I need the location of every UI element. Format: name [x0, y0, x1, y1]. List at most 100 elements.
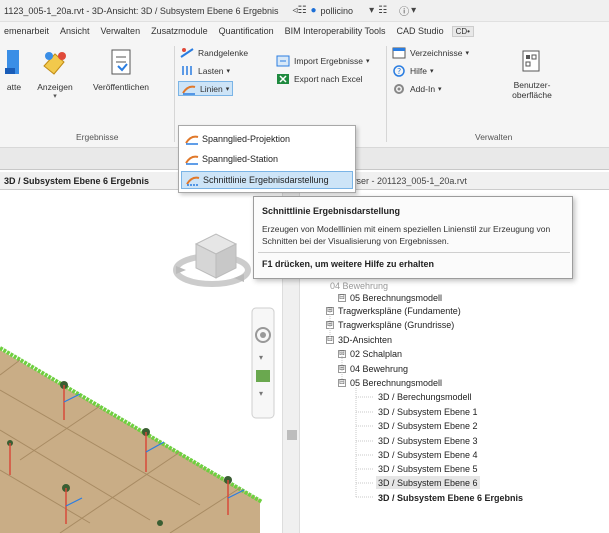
lasten-button[interactable]: Lasten ▾ — [180, 64, 230, 78]
blue-doc-icon — [5, 50, 19, 74]
viewcube-icon[interactable] — [173, 233, 251, 287]
menu-item-label: Spannglied-Projektion — [202, 134, 291, 144]
tree-row[interactable]: 3D / Subsystem Ebene 2 — [378, 419, 478, 432]
tree-row[interactable]: 3D / Subsystem Ebene 4 — [378, 448, 478, 461]
view-tab-title[interactable]: 3D / Subsystem Ebene 6 Ergebnis — [0, 176, 149, 186]
ribbon-separator — [386, 46, 387, 142]
linien-label: Linien — [200, 83, 223, 94]
tendon-icon — [185, 155, 199, 165]
chevron-down-icon[interactable]: ▾ — [369, 5, 374, 16]
navigation-bar[interactable]: ▾ ▾ — [251, 307, 275, 419]
menu-item[interactable]: emenarbeit — [4, 26, 49, 36]
atte-button[interactable]: atte — [2, 48, 26, 92]
export-button[interactable]: Export nach Excel — [276, 72, 363, 86]
help-icon[interactable]: ⓘ — [399, 3, 409, 18]
chevron-down-icon[interactable]: ▾ — [411, 5, 416, 16]
3d-model-view[interactable]: ▾ ▾ — [0, 190, 282, 533]
collapse-icon[interactable]: ⊟ — [338, 293, 346, 302]
tree-row-label: 05 Berechnungsmodell — [350, 292, 443, 303]
tree-row-label: 04 Bewehrung — [330, 280, 389, 291]
tree-row-label: 05 Berechnungsmodell — [350, 377, 443, 388]
tree-row-label: Tragwerkspläne (Grundrisse) — [338, 319, 455, 330]
svg-text:?: ? — [397, 67, 401, 76]
tree-row[interactable]: 3D / Subsystem Ebene 5 — [378, 462, 478, 475]
expand-icon[interactable]: ⊞ — [338, 364, 346, 373]
addin-label: Add-In — [410, 84, 436, 94]
tree-row[interactable]: ⊟ 3D-Ansichten — [326, 333, 392, 346]
cart-icon[interactable]: ☷ — [378, 5, 387, 16]
menu-item-spannglied-station[interactable]: Spannglied-Station — [181, 150, 353, 168]
collapse-icon[interactable]: ⊟ — [338, 378, 346, 387]
more-tabs-button[interactable]: CD• — [451, 25, 474, 37]
menu-item-label: Spannglied-Station — [202, 154, 279, 164]
binoculars-icon[interactable]: ◃☷ — [293, 5, 307, 16]
tree-row-label: 3D / Subsystem Ebene 3 — [378, 435, 478, 446]
tree-row-label: 3D / Subsystem Ebene 4 — [378, 449, 478, 460]
tree-row-label: 3D / Subsystem Ebene 1 — [378, 406, 478, 417]
chevron-down-icon: ▾ — [226, 68, 231, 75]
tooltip: Schnittlinie Ergebnisdarstellung Erzeuge… — [253, 196, 573, 279]
search-controls[interactable]: ◃☷ ● pollicino ▾ ☷ ⓘ ▾ — [293, 3, 417, 18]
user-icon[interactable]: ● — [310, 5, 316, 16]
tree-row[interactable]: ⊞ Tragwerkspläne (Fundamente) — [326, 304, 461, 317]
display-results-icon — [43, 52, 66, 75]
menu-bar: emenarbeit Ansicht Verwalten Zusatzmodul… — [0, 22, 609, 40]
menu-item-spannglied-projektion[interactable]: Spannglied-Projektion — [181, 130, 353, 148]
menu-item[interactable]: Zusatzmodule — [151, 26, 208, 36]
addin-button[interactable]: Add-In ▾ — [392, 82, 442, 96]
tree-row-label: Tragwerkspläne (Fundamente) — [338, 305, 461, 316]
atte-label: atte — [6, 82, 22, 92]
tree-row[interactable]: ⊟ 05 Berechnungsmodell — [338, 376, 442, 389]
verzeichnisse-button[interactable]: Verzeichnisse ▾ — [392, 46, 469, 60]
scrollbar-thumb[interactable] — [287, 430, 297, 440]
expand-icon[interactable]: ⊞ — [326, 320, 334, 329]
tooltip-description: Erzeugen von Modelllinien mit einem spez… — [262, 224, 551, 246]
tree-row-active[interactable]: 3D / Subsystem Ebene 6 Ergebnis — [378, 491, 523, 504]
menu-item-schnittlinie[interactable]: Schnittlinie Ergebnisdarstellung — [181, 171, 353, 189]
excel-icon — [277, 74, 289, 84]
tree-row[interactable]: 3D / Berechungsmodell — [378, 390, 472, 403]
tree-row-label: 3D / Subsystem Ebene 6 — [378, 477, 478, 488]
linien-dropdown-menu: Spannglied-Projektion Spannglied-Station… — [178, 125, 356, 193]
help-icon: ? — [393, 65, 405, 77]
expand-icon[interactable]: ⊞ — [338, 349, 346, 358]
menu-item[interactable]: Verwalten — [101, 26, 141, 36]
tree-row[interactable]: 3D / Subsystem Ebene 1 — [378, 405, 478, 418]
section-line-icon — [186, 176, 200, 186]
tree-row[interactable]: ⊞ Tragwerkspläne (Grundrisse) — [326, 318, 454, 331]
lasten-label: Lasten — [198, 66, 224, 76]
veroeffentlichen-button[interactable]: Veröffentlichen — [86, 48, 156, 92]
tree-row[interactable]: 3D / Subsystem Ebene 3 — [378, 434, 478, 447]
tree-row[interactable]: ⊞ 02 Schalplan — [338, 347, 402, 360]
veroeffentlichen-label: Veröffentlichen — [92, 82, 150, 92]
randgelenke-button[interactable]: Randgelenke — [180, 46, 248, 60]
anzeigen-button[interactable]: Anzeigen ▾ — [32, 48, 78, 100]
expand-icon[interactable]: ⊞ — [326, 306, 334, 315]
tree-row[interactable]: ⊟ 05 Berechnungsmodell — [338, 291, 442, 304]
benutzeroberflaeche-button[interactable]: Benutzer- oberfläche — [502, 48, 562, 100]
group-label-ergebnisse: Ergebnisse — [76, 132, 119, 142]
menu-item[interactable]: Quantification — [219, 26, 274, 36]
hilfe-button[interactable]: ? Hilfe ▾ — [392, 64, 434, 78]
tree-row[interactable]: ⊞ 04 Bewehrung — [338, 362, 408, 375]
import-label: Import Ergebnisse — [294, 56, 363, 66]
menu-item[interactable]: BIM Interoperability Tools — [285, 26, 386, 36]
publish-icon — [111, 49, 131, 75]
tooltip-divider — [258, 252, 570, 253]
slab-surface — [0, 350, 260, 533]
project-browser-title: wser - 201123_005-1_20a.rvt — [350, 175, 467, 186]
chevron-down-icon: ▾ — [438, 86, 442, 93]
menu-item[interactable]: Ansicht — [60, 26, 90, 36]
user-name[interactable]: pollicino — [321, 6, 354, 16]
tree-row[interactable]: 3D / Subsystem Ebene 6 — [376, 476, 480, 489]
loads-icon — [182, 66, 192, 75]
3d-view-canvas[interactable]: ▾ ▾ — [0, 190, 282, 533]
chevron-down-icon: ▾ — [465, 50, 469, 57]
tree-row-label: 3D / Berechungsmodell — [378, 391, 472, 402]
linien-button[interactable]: Linien ▾ — [178, 81, 234, 96]
hinge-icon — [180, 48, 194, 58]
import-button[interactable]: Import Ergebnisse ▾ — [276, 54, 370, 68]
collapse-icon[interactable]: ⊟ — [326, 335, 334, 344]
benutzer-label-line1: Benutzer- — [513, 80, 551, 90]
menu-item[interactable]: CAD Studio — [397, 26, 444, 36]
